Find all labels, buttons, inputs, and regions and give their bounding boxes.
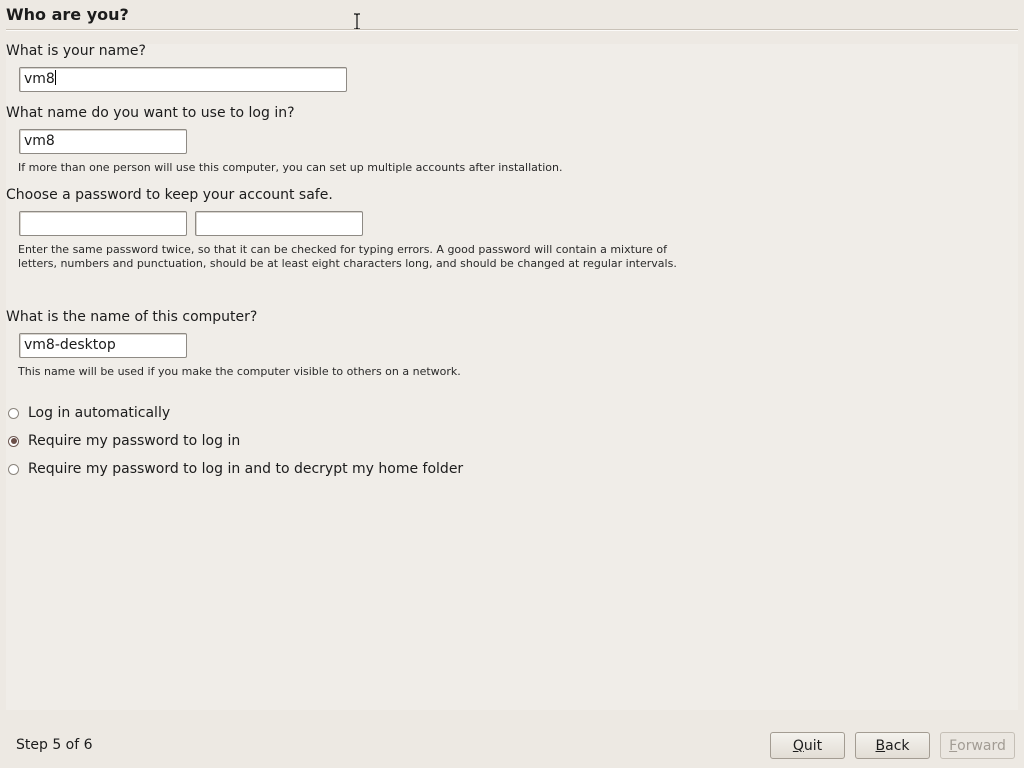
password-field[interactable] bbox=[19, 211, 187, 236]
text-caret bbox=[54, 70, 56, 85]
login-auto-label: Log in automatically bbox=[28, 405, 171, 421]
page-header: Who are you? bbox=[0, 0, 1024, 31]
require-password-radio[interactable] bbox=[8, 435, 19, 447]
login-question: What name do you want to use to log in? bbox=[6, 105, 295, 121]
full-name-value: vm8 bbox=[24, 71, 55, 87]
page-title: Who are you? bbox=[6, 5, 129, 24]
header-divider-highlight bbox=[6, 30, 1018, 31]
forward-label: orward bbox=[957, 737, 1006, 754]
name-question: What is your name? bbox=[6, 43, 146, 59]
username-hint: If more than one person will use this co… bbox=[18, 161, 563, 174]
hostname-field[interactable]: vm8-desktop bbox=[19, 333, 187, 358]
step-indicator: Step 5 of 6 bbox=[16, 737, 93, 753]
quit-button[interactable]: Quit bbox=[770, 732, 845, 759]
username-value: vm8 bbox=[24, 133, 55, 149]
hostname-value: vm8-desktop bbox=[24, 337, 116, 353]
quit-mnemonic: Q bbox=[792, 737, 804, 754]
quit-label: uit bbox=[803, 737, 823, 754]
encrypt-home-radio[interactable] bbox=[8, 463, 19, 475]
encrypt-home-label: Require my password to log in and to dec… bbox=[28, 461, 464, 477]
forward-button[interactable]: Forward bbox=[940, 732, 1015, 759]
forward-mnemonic: F bbox=[949, 737, 958, 754]
password-hint: Enter the same password twice, so that i… bbox=[18, 243, 677, 270]
require-password-option[interactable]: Require my password to log in bbox=[8, 432, 240, 450]
require-password-label: Require my password to log in bbox=[28, 433, 241, 449]
full-name-field[interactable]: vm8 bbox=[19, 67, 347, 92]
back-button[interactable]: Back bbox=[855, 732, 930, 759]
login-auto-radio[interactable] bbox=[8, 407, 19, 419]
password-question: Choose a password to keep your account s… bbox=[6, 187, 333, 203]
back-label: ack bbox=[885, 737, 910, 754]
text-cursor-icon bbox=[354, 13, 360, 30]
hostname-hint: This name will be used if you make the c… bbox=[18, 365, 461, 378]
encrypt-home-option[interactable]: Require my password to log in and to dec… bbox=[8, 460, 463, 478]
hostname-question: What is the name of this computer? bbox=[6, 309, 258, 325]
login-auto-option[interactable]: Log in automatically bbox=[8, 404, 170, 422]
password-confirm-field[interactable] bbox=[195, 211, 363, 236]
username-field[interactable]: vm8 bbox=[19, 129, 187, 154]
back-mnemonic: B bbox=[875, 737, 886, 754]
